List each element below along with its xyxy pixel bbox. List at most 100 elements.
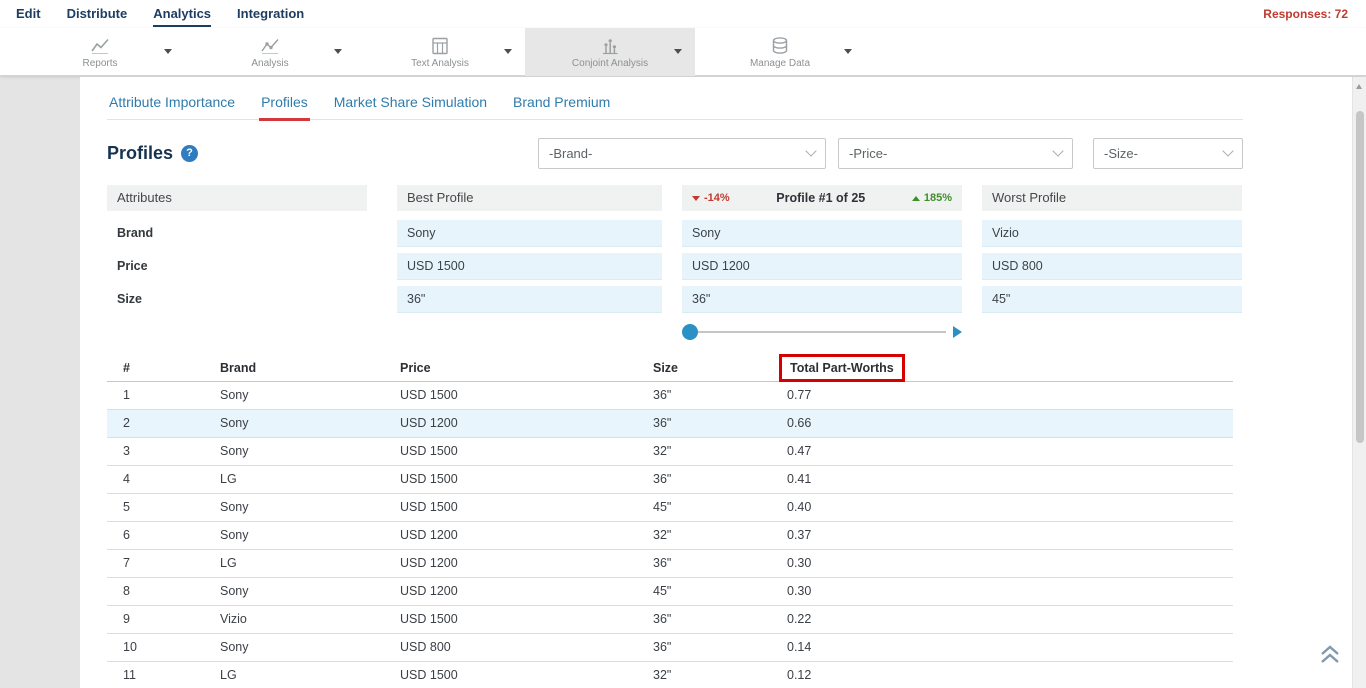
table-cell: LG: [204, 661, 384, 688]
triangle-down-icon: [692, 196, 700, 201]
line-chart-icon: [89, 35, 111, 57]
module-reports[interactable]: Reports: [15, 28, 185, 76]
profile-value: Vizio: [982, 220, 1242, 247]
attribute-label: Brand: [107, 220, 367, 247]
profile-value: Sony: [682, 220, 962, 247]
table-row[interactable]: 7LGUSD 120036"0.30: [107, 549, 1233, 577]
filter-dropdowns: -Brand- -Price- -Size-: [538, 138, 1243, 169]
nav-item-analytics[interactable]: Analytics: [153, 1, 211, 27]
delta-up: 185%: [912, 185, 952, 211]
database-icon: [769, 35, 791, 57]
help-icon[interactable]: ?: [181, 145, 198, 162]
nav-item-distribute[interactable]: Distribute: [67, 1, 128, 27]
scrollbar-up-arrow-icon[interactable]: [1356, 84, 1362, 89]
table-row[interactable]: 6SonyUSD 120032"0.37: [107, 521, 1233, 549]
scroll-to-top-button[interactable]: [1318, 644, 1342, 670]
page-header: Profiles ? -Brand- -Price- -Size-: [107, 137, 1243, 169]
table-cell: 7: [107, 549, 204, 577]
attributes-column: Attributes Brand Price Size: [107, 185, 367, 345]
tab-profiles[interactable]: Profiles: [259, 94, 310, 119]
dropdown-caret-icon[interactable]: [164, 49, 172, 54]
table-header-price[interactable]: Price: [384, 355, 637, 381]
table-header-row: # Brand Price Size Total Part-Worths: [107, 355, 1233, 381]
table-row[interactable]: 10SonyUSD 80036"0.14: [107, 633, 1233, 661]
table-cell: 0.12: [771, 661, 1233, 688]
table-cell: 0.30: [771, 549, 1233, 577]
table-cell: 4: [107, 465, 204, 493]
table-cell: 1: [107, 381, 204, 409]
worst-profile-header: Worst Profile: [982, 185, 1242, 211]
dropdown-value: -Price-: [849, 146, 1048, 161]
table-cell: 0.40: [771, 493, 1233, 521]
table-cell: LG: [204, 465, 384, 493]
tab-attribute-importance[interactable]: Attribute Importance: [107, 94, 237, 119]
table-cell: Sony: [204, 577, 384, 605]
module-label: Conjoint Analysis: [572, 58, 648, 69]
module-conjoint-analysis[interactable]: Conjoint Analysis: [525, 28, 695, 76]
module-text-analysis[interactable]: Text Analysis: [355, 28, 525, 76]
table-row[interactable]: 11LGUSD 150032"0.12: [107, 661, 1233, 688]
module-label: Text Analysis: [411, 58, 469, 69]
table-cell: 8: [107, 577, 204, 605]
module-manage-data[interactable]: Manage Data: [695, 28, 865, 76]
table-header-number[interactable]: #: [107, 355, 204, 381]
table-row[interactable]: 5SonyUSD 150045"0.40: [107, 493, 1233, 521]
table-cell: 0.47: [771, 437, 1233, 465]
current-profile-column: -14% Profile #1 of 25 185% Sony USD 1200…: [682, 185, 962, 345]
table-row[interactable]: 4LGUSD 150036"0.41: [107, 465, 1233, 493]
best-profile-column: Best Profile Sony USD 1500 36": [397, 185, 662, 345]
dropdown-caret-icon[interactable]: [334, 49, 342, 54]
triangle-up-icon: [912, 196, 920, 201]
profile-value: Sony: [397, 220, 662, 247]
table-cell: 2: [107, 409, 204, 437]
table-cell: 0.22: [771, 605, 1233, 633]
profiles-comparison-panel: Attributes Brand Price Size Best Profile…: [107, 185, 1243, 345]
part-worths-table: # Brand Price Size Total Part-Worths 1So…: [107, 355, 1233, 688]
nav-item-edit[interactable]: Edit: [16, 1, 41, 27]
dropdown-caret-icon[interactable]: [844, 49, 852, 54]
slider-track[interactable]: [689, 331, 946, 333]
slider-next-arrow-icon[interactable]: [953, 326, 962, 338]
table-row[interactable]: 3SonyUSD 150032"0.47: [107, 437, 1233, 465]
table-row[interactable]: 8SonyUSD 120045"0.30: [107, 577, 1233, 605]
table-cell: 36": [637, 409, 771, 437]
table-cell: USD 1200: [384, 577, 637, 605]
tab-market-share-simulation[interactable]: Market Share Simulation: [332, 94, 489, 119]
table-cell: USD 1500: [384, 605, 637, 633]
slider-handle[interactable]: [682, 324, 698, 340]
table-cell: 32": [637, 521, 771, 549]
scrollbar-thumb[interactable]: [1356, 111, 1364, 443]
table-row[interactable]: 9VizioUSD 150036"0.22: [107, 605, 1233, 633]
price-filter-dropdown[interactable]: -Price-: [838, 138, 1073, 169]
vertical-scrollbar[interactable]: [1353, 77, 1366, 688]
tab-brand-premium[interactable]: Brand Premium: [511, 94, 612, 119]
table-header-brand[interactable]: Brand: [204, 355, 384, 381]
table-cell: 0.14: [771, 633, 1233, 661]
lollipop-chart-icon: [599, 35, 621, 57]
table-cell: Sony: [204, 381, 384, 409]
line-chart-points-icon: [259, 35, 281, 57]
table-cell: USD 1200: [384, 409, 637, 437]
table-header-total-part-worths[interactable]: Total Part-Worths: [771, 355, 1233, 381]
table-cell: 45": [637, 493, 771, 521]
table-cell: 5: [107, 493, 204, 521]
table-header-size[interactable]: Size: [637, 355, 771, 381]
module-analysis[interactable]: Analysis: [185, 28, 355, 76]
dropdown-caret-icon[interactable]: [504, 49, 512, 54]
dropdown-caret-icon[interactable]: [674, 49, 682, 54]
annotation-box: Total Part-Worths: [779, 354, 905, 382]
table-cell: 36": [637, 633, 771, 661]
table-row[interactable]: 2SonyUSD 120036"0.66: [107, 409, 1233, 437]
nav-item-integration[interactable]: Integration: [237, 1, 304, 27]
current-profile-header: -14% Profile #1 of 25 185%: [682, 185, 962, 211]
profile-slider: [682, 319, 962, 345]
table-cell: 45": [637, 577, 771, 605]
table-cell: 36": [637, 381, 771, 409]
brand-filter-dropdown[interactable]: -Brand-: [538, 138, 826, 169]
size-filter-dropdown[interactable]: -Size-: [1093, 138, 1243, 169]
worst-profile-column: Worst Profile Vizio USD 800 45": [982, 185, 1242, 345]
table-cell: 10: [107, 633, 204, 661]
chevron-down-icon: [1052, 145, 1063, 156]
attribute-label: Size: [107, 286, 367, 313]
table-row[interactable]: 1SonyUSD 150036"0.77: [107, 381, 1233, 409]
